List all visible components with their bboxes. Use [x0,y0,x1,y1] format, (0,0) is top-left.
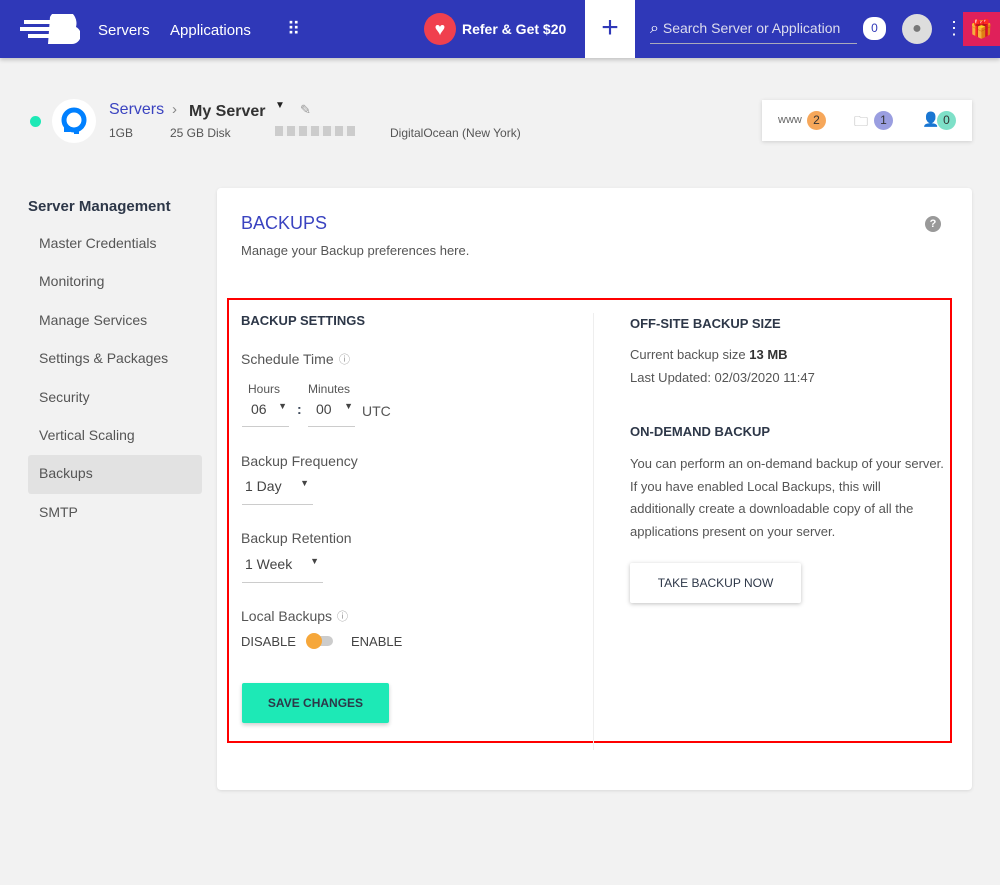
server-ip-blurred [275,126,355,136]
server-stats: www 2 🗀 1 👤 0 [762,100,972,141]
ondemand-description: You can perform an on-demand backup of y… [630,456,944,539]
frequency-label: Backup Frequency [241,453,358,469]
status-dot [30,116,41,127]
sidebar-item-monitoring[interactable]: Monitoring [28,263,202,301]
search-placeholder: Search Server or Application [662,20,841,36]
page-subtitle: Manage your Backup preferences here. [241,243,470,258]
user-count: 0 [937,111,956,130]
nav-applications[interactable]: Applications [170,22,251,39]
enable-label: ENABLE [351,634,403,649]
sidebar-item-security[interactable]: Security [28,379,202,417]
digitalocean-logo [52,99,96,143]
server-disk: 25 GB Disk [170,126,231,140]
more-icon[interactable]: ⋮ [945,18,963,39]
save-changes-button[interactable]: SAVE CHANGES [242,683,389,723]
folder-icon[interactable]: 🗀 [854,111,868,135]
backup-size: Current backup size 13 MB [630,347,788,362]
frequency-select[interactable]: 1 Day ▼ [242,478,313,505]
sidebar-item-smtp[interactable]: SMTP [28,494,202,532]
heart-icon[interactable]: ♥ [424,13,456,45]
www-count: 2 [807,111,826,130]
search-icon: ⌕ [650,20,659,37]
hours-label: Hours [248,382,281,396]
notification-badge[interactable]: 0 [863,17,886,40]
breadcrumb-separator-icon: › [172,101,177,118]
time-colon: : [297,401,302,417]
offsite-title: OFF-SITE BACKUP SIZE [630,316,781,331]
local-backups-label: Local Backups [241,608,333,624]
nav-servers[interactable]: Servers [98,22,150,39]
add-button[interactable]: + [585,0,635,58]
backup-size-value: 13 MB [749,347,788,362]
apps-grid-icon[interactable]: ⠿ [287,20,300,38]
info-icon[interactable]: ⓘ [339,351,350,367]
backups-card: BACKUPS Manage your Backup preferences h… [217,188,972,790]
chevron-down-icon: ▼ [278,401,287,411]
sidebar-item-backups[interactable]: Backups [28,455,202,494]
logo-icon[interactable] [20,9,81,44]
refer-link[interactable]: Refer & Get $20 [462,21,566,37]
top-bar: Servers Applications ⠿ ♥ Refer & Get $20… [0,0,1000,58]
divider [593,313,594,750]
edit-icon[interactable]: ✎ [300,102,311,118]
local-backups-toggle[interactable] [306,633,333,649]
hours-select[interactable]: 06 ▼ [242,401,289,427]
server-provider: DigitalOcean (New York) [390,126,521,140]
server-ram: 1GB [109,126,134,140]
page-title: BACKUPS [241,213,328,233]
sidebar-item-master-credentials[interactable]: Master Credentials [28,225,202,263]
sidebar-item-settings-packages[interactable]: Settings & Packages [28,340,202,378]
take-backup-now-button[interactable]: TAKE BACKUP NOW [630,563,801,603]
server-name: My Server [189,103,266,120]
sidebar-title: Server Management [28,198,171,215]
folder-count: 1 [874,111,893,130]
sidebar-item-vertical-scaling[interactable]: Vertical Scaling [28,417,202,455]
chevron-down-icon: ▼ [344,401,353,411]
server-dropdown-icon[interactable]: ▼ [275,100,285,111]
backup-settings-title: BACKUP SETTINGS [241,313,365,328]
help-icon[interactable]: ? [925,216,941,232]
gift-icon[interactable]: 🎁 [963,12,1000,46]
sidebar-item-manage-services[interactable]: Manage Services [28,302,202,340]
schedule-label: Schedule Time [241,351,334,367]
sidebar: Master Credentials Monitoring Manage Ser… [28,225,202,532]
disable-label: DISABLE [241,634,296,649]
avatar[interactable]: ● [902,14,932,44]
retention-label: Backup Retention [241,530,352,546]
www-icon[interactable]: www [778,114,802,126]
retention-select[interactable]: 1 Week ▼ [242,556,323,583]
timezone: UTC [362,403,391,419]
search-input[interactable]: ⌕ Search Server or Application [650,15,857,44]
chevron-down-icon: ▼ [300,478,309,488]
last-updated: Last Updated: 02/03/2020 11:47 [630,370,815,385]
minutes-select[interactable]: 00 ▼ [308,401,355,427]
info-icon[interactable]: ⓘ [337,608,348,624]
breadcrumb-servers[interactable]: Servers [109,101,164,119]
chevron-down-icon: ▼ [310,556,319,566]
ondemand-title: ON-DEMAND BACKUP [630,424,771,439]
minutes-label: Minutes [308,382,351,396]
